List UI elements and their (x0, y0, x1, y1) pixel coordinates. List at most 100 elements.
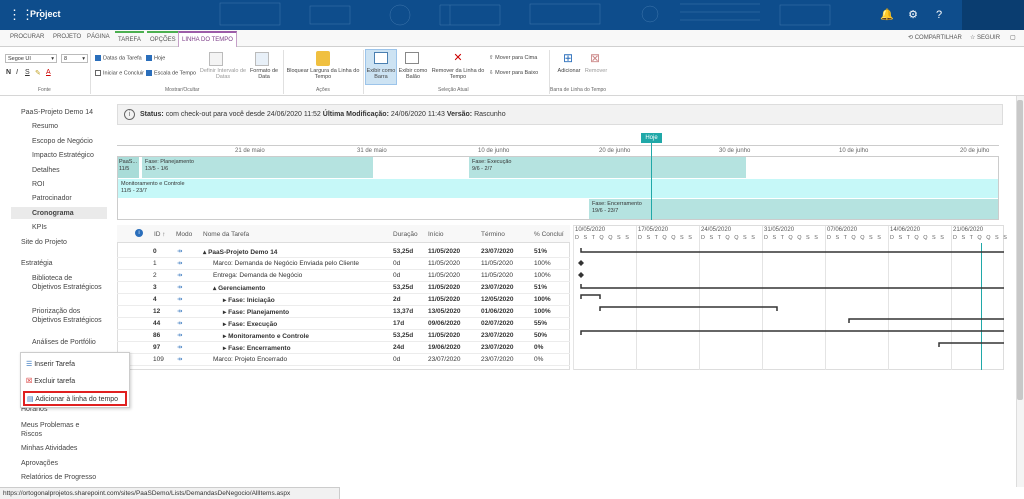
tab-pagina[interactable]: PÁGINA (87, 34, 110, 40)
set-interval-button[interactable]: Definir Intervalo de Datas (197, 68, 249, 80)
notification-icon[interactable]: 🔔 (880, 8, 894, 22)
menu-item-delete-task[interactable]: ☒ Excluir tarefa (26, 377, 75, 385)
remove-bar-button[interactable]: Remover (583, 68, 609, 74)
timeline-bar[interactable]: Fase: Execução 9/6 - 2/7 (469, 157, 746, 178)
move-up-button[interactable]: ⇧ Mover para Cima (489, 55, 537, 61)
gantt-milestone (578, 260, 584, 266)
menu-item-add-to-timeline[interactable]: ▤ Adicionar à linha do tempo (23, 391, 127, 406)
focus-icon[interactable]: ▢ (1010, 34, 1016, 41)
tab-tarefa[interactable]: TAREFA (115, 31, 144, 47)
timescale-checkbox[interactable]: Escala de Tempo (146, 70, 196, 76)
cell-dur: 24d (393, 344, 405, 351)
calendar-icon (209, 52, 223, 66)
timeline-bar[interactable]: Fase: Planejamento 13/5 - 1/6 (142, 157, 373, 178)
follow-button[interactable]: ☆ SEGUIR (970, 34, 1000, 41)
help-icon[interactable]: ? (932, 8, 946, 22)
nav-item-biblioteca[interactable]: Biblioteca de Objetivos Estratégicos (32, 274, 102, 292)
tab-procurar[interactable]: PROCURAR (10, 34, 44, 40)
nav-item-atividades[interactable]: Minhas Atividades (21, 445, 77, 452)
app-launcher-icon[interactable]: ⋮⋮⋮ (8, 8, 47, 21)
cell-id: 44 (153, 320, 161, 327)
nav-item-kpis[interactable]: KPIs (32, 224, 47, 231)
timeline-date: 20 de junho (599, 148, 631, 154)
nav-item-relatorios[interactable]: Relatórios de Progresso (21, 474, 96, 481)
scrollbar-thumb[interactable] (1017, 100, 1023, 400)
col-header-id[interactable]: ID ↑ (154, 231, 166, 238)
cell-start: 11/05/2020 (428, 260, 461, 267)
settings-gear-icon[interactable]: ⚙ (906, 8, 920, 22)
nav-item-patrocinador[interactable]: Patrocinador (32, 195, 72, 202)
cell-pct: 50% (534, 332, 548, 339)
today-label: Hoje (154, 55, 166, 62)
auto-schedule-icon: ⇸ (177, 284, 183, 291)
cell-dur: 2d (393, 296, 401, 303)
remove-from-timeline-button[interactable]: Remover da Linha do Tempo (429, 68, 487, 80)
checkbox-icon (146, 70, 152, 76)
gantt-week-label: 14/06/2020 (890, 227, 921, 233)
nav-item-priorizacao[interactable]: Priorização dos Objetivos Estratégicos (32, 307, 102, 325)
cell-start: 11/05/2020 (428, 272, 461, 279)
cell-dur: 13,37d (393, 308, 414, 315)
timeline-bar[interactable]: Monitoramento e Controle 11/5 - 23/7 (118, 179, 998, 198)
nav-item-impacto[interactable]: Impacto Estratégico (32, 152, 94, 159)
italic-button[interactable]: I (16, 69, 18, 76)
ribbon-separator (90, 50, 91, 94)
cell-id: 0 (153, 248, 157, 255)
move-up-label: Mover para Cima (495, 55, 538, 61)
menu-item-insert-task[interactable]: ☰ Inserir Tarefa (26, 360, 75, 368)
nav-item-cronograma[interactable]: Cronograma (32, 210, 74, 217)
col-header-end[interactable]: Término (481, 231, 505, 238)
nav-item-aprovacoes[interactable]: Aprovações (21, 460, 58, 467)
gantt-day-letters: D S T Q Q S S (638, 235, 694, 241)
font-name-select[interactable]: Segoe UI ▾ (5, 54, 57, 63)
date-format-button[interactable]: Formato de Data (248, 68, 280, 80)
timeline-date: 20 de julho (960, 148, 990, 154)
move-down-button[interactable]: ⇩ Mover para Baixo (489, 70, 538, 76)
col-header-duration[interactable]: Duração (393, 231, 418, 238)
nav-item-problemas[interactable]: Meus Problemas e Riscos (21, 421, 101, 439)
underline-button[interactable]: S (25, 69, 30, 76)
tab-linha-do-tempo[interactable]: LINHA DO TEMPO (178, 31, 237, 48)
auto-schedule-icon: ⇸ (177, 320, 183, 327)
show-as-callout-button[interactable]: Exibir como Balão (398, 68, 428, 80)
user-area[interactable] (962, 0, 1024, 30)
font-color-icon[interactable]: A (46, 69, 51, 76)
nav-item-site[interactable]: Site do Projeto (21, 239, 67, 246)
cell-name: Marco: Demanda de Negócio Enviada pelo C… (213, 260, 359, 267)
start-end-checkbox[interactable]: Iniciar e Concluir (95, 70, 144, 76)
bold-button[interactable]: N (6, 69, 11, 76)
nav-item-detalhes[interactable]: Detalhes (32, 167, 60, 174)
nav-item-resumo[interactable]: Resumo (32, 123, 58, 130)
nav-item-analises[interactable]: Análises de Portfólio (32, 339, 96, 346)
checkbox-icon (146, 55, 152, 61)
gantt-summary-bar (580, 284, 1004, 289)
today-checkbox[interactable]: Hoje (146, 55, 165, 61)
col-header-mode[interactable]: Modo (176, 231, 192, 238)
font-size-select[interactable]: 8 ▾ (61, 54, 88, 63)
share-button[interactable]: ⟲ COMPARTILHAR (908, 34, 962, 41)
highlight-color-icon[interactable]: ✎ (35, 69, 41, 77)
col-header-start[interactable]: Início (428, 231, 444, 238)
nav-item-project[interactable]: PaaS-Projeto Demo 14 (21, 109, 93, 116)
cell-start: 09/06/2020 (428, 320, 461, 327)
tab-projeto[interactable]: PROJETO (53, 34, 81, 40)
app-title[interactable]: Project (30, 9, 61, 19)
cell-start: 23/07/2020 (428, 356, 461, 363)
lock-width-button[interactable]: Bloquear Largura da Linha do Tempo (285, 68, 361, 80)
cell-dur: 0d (393, 272, 401, 279)
nav-item-estrategia[interactable]: Estratégia (21, 260, 53, 267)
group-label-fonte: Fonte (38, 87, 51, 93)
cell-name: ▸ Fase: Iniciação (223, 297, 275, 304)
cell-end: 23/07/2020 (481, 332, 514, 339)
nav-item-escopo[interactable]: Escopo de Negócio (32, 138, 93, 145)
timeline-bar[interactable]: PaaS... 11/5 (118, 157, 139, 178)
add-bar-button[interactable]: Adicionar (556, 68, 582, 74)
cell-pct: 100% (534, 272, 551, 279)
lock-icon (316, 51, 330, 66)
tab-opcoes[interactable]: OPÇÕES (147, 31, 179, 47)
dates-task-checkbox[interactable]: Datas da Tarefa (95, 55, 142, 61)
col-header-name[interactable]: Nome da Tarefa (203, 231, 249, 238)
cell-end: 23/07/2020 (481, 344, 514, 351)
nav-item-roi[interactable]: ROI (32, 181, 44, 188)
col-header-percent[interactable]: % Concluí (534, 231, 564, 238)
